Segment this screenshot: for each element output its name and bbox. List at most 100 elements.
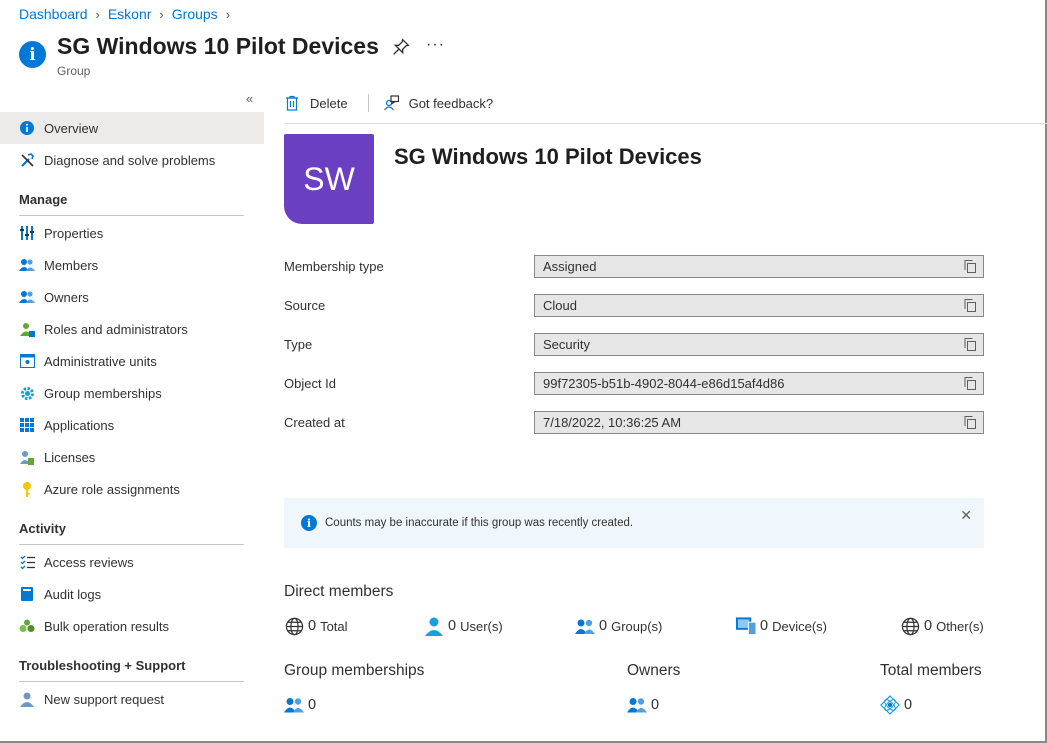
object-id-label: Object Id <box>284 376 337 391</box>
divider <box>284 123 1047 124</box>
stat-devices[interactable]: 0 Device(s) <box>736 616 827 636</box>
group-icon <box>575 616 595 636</box>
checklist-icon <box>19 554 35 570</box>
stat-others[interactable]: 0 Other(s) <box>900 616 984 636</box>
members-icon <box>19 257 35 273</box>
sidebar-item-label: Applications <box>44 417 115 433</box>
divider <box>19 215 244 216</box>
created-at-field: 7/18/2022, 10:36:25 AM <box>534 411 984 434</box>
stat-groups[interactable]: 0 Group(s) <box>575 616 662 636</box>
membership-type-field: Assigned <box>534 255 984 278</box>
sidebar-item-label: Licenses <box>44 449 96 465</box>
total-members-count[interactable]: 0 <box>880 695 912 715</box>
sidebar-item-access-reviews[interactable]: Access reviews <box>0 546 264 578</box>
source-label: Source <box>284 298 326 313</box>
sidebar-item-group-memberships[interactable]: Group memberships <box>0 377 264 409</box>
more-options-icon[interactable]: ··· <box>426 36 445 54</box>
stat-users[interactable]: 0 User(s) <box>424 616 503 636</box>
stat-count: 0 <box>599 618 608 634</box>
sidebar-item-applications[interactable]: Applications <box>0 409 264 441</box>
delete-label: Delete <box>310 95 348 111</box>
page-subtitle: Group <box>57 64 91 78</box>
roles-icon <box>19 321 35 337</box>
globe-icon <box>900 616 920 636</box>
divider <box>19 681 244 682</box>
group-icon <box>284 698 304 713</box>
device-icon <box>736 616 756 636</box>
sidebar-item-diagnose[interactable]: Diagnose and solve problems <box>0 144 264 176</box>
stat-label: Group(s) <box>611 618 663 634</box>
collapse-sidebar-icon[interactable]: « <box>246 91 253 106</box>
count-value: 0 <box>904 697 913 713</box>
feedback-button[interactable]: Got feedback? <box>383 95 493 111</box>
breadcrumb: Dashboard › Eskonr › Groups › <box>19 6 238 22</box>
gear-icon <box>19 385 35 401</box>
group-name-heading: SG Windows 10 Pilot Devices <box>394 144 702 169</box>
delete-button[interactable]: Delete <box>284 95 348 111</box>
close-icon[interactable]: ✕ <box>960 507 972 524</box>
chevron-right-icon: › <box>95 6 100 22</box>
stat-count: 0 <box>308 618 317 634</box>
type-label: Type <box>284 337 313 352</box>
copy-icon[interactable] <box>964 338 976 351</box>
stat-count: 0 <box>760 618 769 634</box>
sidebar-item-label: Bulk operation results <box>44 618 170 634</box>
breadcrumb-groups[interactable]: Groups <box>172 6 218 22</box>
total-members-heading: Total members <box>880 662 982 679</box>
sidebar-item-properties[interactable]: Properties <box>0 217 264 249</box>
sidebar-item-admin-units[interactable]: Administrative units <box>0 345 264 377</box>
page-title: SG Windows 10 Pilot Devices <box>57 33 379 59</box>
sidebar-item-overview[interactable]: Overview <box>0 112 264 144</box>
section-activity: Activity <box>19 521 66 536</box>
sidebar-item-members[interactable]: Members <box>0 249 264 281</box>
count-value: 0 <box>308 697 317 713</box>
wrench-icon <box>19 152 35 168</box>
stat-label: User(s) <box>460 618 503 634</box>
sidebar-item-bulk-results[interactable]: Bulk operation results <box>0 610 264 642</box>
bulk-icon <box>19 618 35 634</box>
pin-icon[interactable] <box>392 38 410 56</box>
breadcrumb-dashboard[interactable]: Dashboard <box>19 6 88 22</box>
owners-heading: Owners <box>627 662 681 679</box>
created-at-value: 7/18/2022, 10:36:25 AM <box>543 415 682 430</box>
type-field: Security <box>534 333 984 356</box>
sidebar-item-azure-roles[interactable]: Azure role assignments <box>0 473 264 505</box>
breadcrumb-tenant[interactable]: Eskonr <box>108 6 152 22</box>
copy-icon[interactable] <box>964 260 976 273</box>
support-icon <box>19 691 35 707</box>
admin-units-icon <box>19 353 35 369</box>
stat-total[interactable]: 0 Total <box>284 616 348 636</box>
sidebar-item-audit-logs[interactable]: Audit logs <box>0 578 264 610</box>
sidebar-item-label: Diagnose and solve problems <box>44 152 216 168</box>
copy-icon[interactable] <box>964 299 976 312</box>
group-memberships-heading: Group memberships <box>284 662 425 679</box>
sidebar-item-label: Administrative units <box>44 353 157 369</box>
source-value: Cloud <box>543 298 577 313</box>
sidebar-item-owners[interactable]: Owners <box>0 281 264 313</box>
sidebar-item-label: Owners <box>44 289 89 305</box>
section-manage: Manage <box>19 192 68 207</box>
feedback-icon <box>383 95 399 111</box>
owners-count[interactable]: 0 <box>627 695 659 715</box>
group-memberships-count[interactable]: 0 <box>284 695 316 715</box>
source-field: Cloud <box>534 294 984 317</box>
divider <box>19 544 244 545</box>
stat-count: 0 <box>924 618 933 634</box>
key-icon <box>19 481 35 497</box>
sidebar-item-new-support-request[interactable]: New support request <box>0 683 264 715</box>
user-icon <box>424 616 444 636</box>
trash-icon <box>286 95 298 111</box>
sidebar-item-label: Members <box>44 257 99 273</box>
stat-label: Device(s) <box>772 618 827 634</box>
stat-label: Other(s) <box>936 618 984 634</box>
command-bar: Delete Got feedback? <box>284 94 493 112</box>
divider <box>367 94 369 112</box>
info-icon: i <box>19 41 46 68</box>
globe-icon <box>284 616 304 636</box>
object-id-value: 99f72305-b51b-4902-8044-e86d15af4d86 <box>543 376 785 391</box>
stat-label: Total <box>320 618 348 634</box>
copy-icon[interactable] <box>964 416 976 429</box>
sidebar-item-licenses[interactable]: Licenses <box>0 441 264 473</box>
sidebar-item-roles[interactable]: Roles and administrators <box>0 313 264 345</box>
copy-icon[interactable] <box>964 377 976 390</box>
